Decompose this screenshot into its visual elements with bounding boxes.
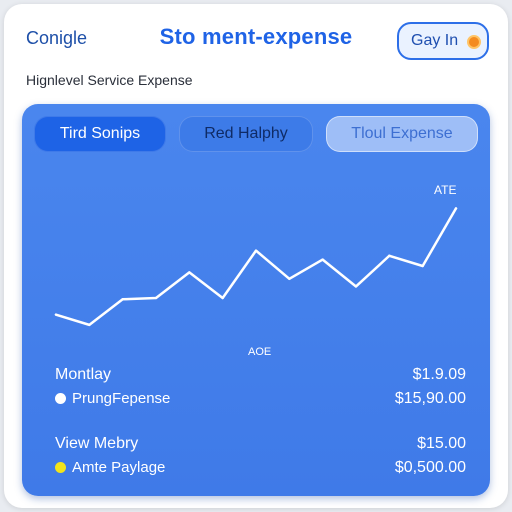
summary-value-view-mebry: $15.00 <box>417 435 466 452</box>
legend-prungfepense: PrungFepense <box>55 390 170 407</box>
legend-value-amte-paylage: $0,500.00 <box>394 459 466 476</box>
data-point <box>221 296 224 300</box>
data-point <box>54 313 58 316</box>
data-point <box>288 277 291 280</box>
data-point <box>321 258 324 261</box>
header: Conigle Sto ment-expense Gay In <box>4 4 508 70</box>
data-point <box>388 254 391 257</box>
data-point <box>188 271 191 274</box>
legend-label: Amte Paylage <box>72 459 166 476</box>
data-point <box>454 207 458 210</box>
tab-red-halphy[interactable]: Red Halphy <box>179 116 313 152</box>
page-subtitle: Hignlevel Service Expense <box>26 72 193 88</box>
legend-dot-yellow-icon <box>55 462 66 473</box>
data-point <box>421 264 424 268</box>
expense-panel: Tird Sonips Red Halphy Tloul Expense ATE… <box>22 104 490 496</box>
summary-value-montlay: $1.9.09 <box>412 366 466 383</box>
data-point <box>354 285 358 288</box>
data-point <box>154 296 158 300</box>
legend-value-prungfepense: $15,90.00 <box>394 390 466 407</box>
chart-annotation-bottom: AOE <box>248 346 272 358</box>
summary-title-view-mebry: View Mebry <box>55 435 139 452</box>
tab-tloul-expense[interactable]: Tloul Expense <box>326 116 478 152</box>
data-point <box>88 323 91 327</box>
data-point <box>121 298 124 301</box>
gay-in-button-label: Gay In <box>411 32 459 49</box>
user-avatar-icon <box>467 35 481 49</box>
expense-card: Conigle Sto ment-expense Gay In Hignleve… <box>4 4 508 508</box>
gay-in-button[interactable]: Gay In <box>397 22 489 60</box>
tab-tird-sonips[interactable]: Tird Sonips <box>34 116 166 152</box>
legend-dot-white-icon <box>55 393 66 404</box>
legend-label: PrungFepense <box>72 390 171 407</box>
legend-amte-paylage: Amte Paylage <box>55 459 165 476</box>
summary-title-montlay: Montlay <box>55 366 112 383</box>
series-line <box>54 207 458 327</box>
data-point <box>254 249 258 252</box>
line-chart <box>54 207 458 327</box>
